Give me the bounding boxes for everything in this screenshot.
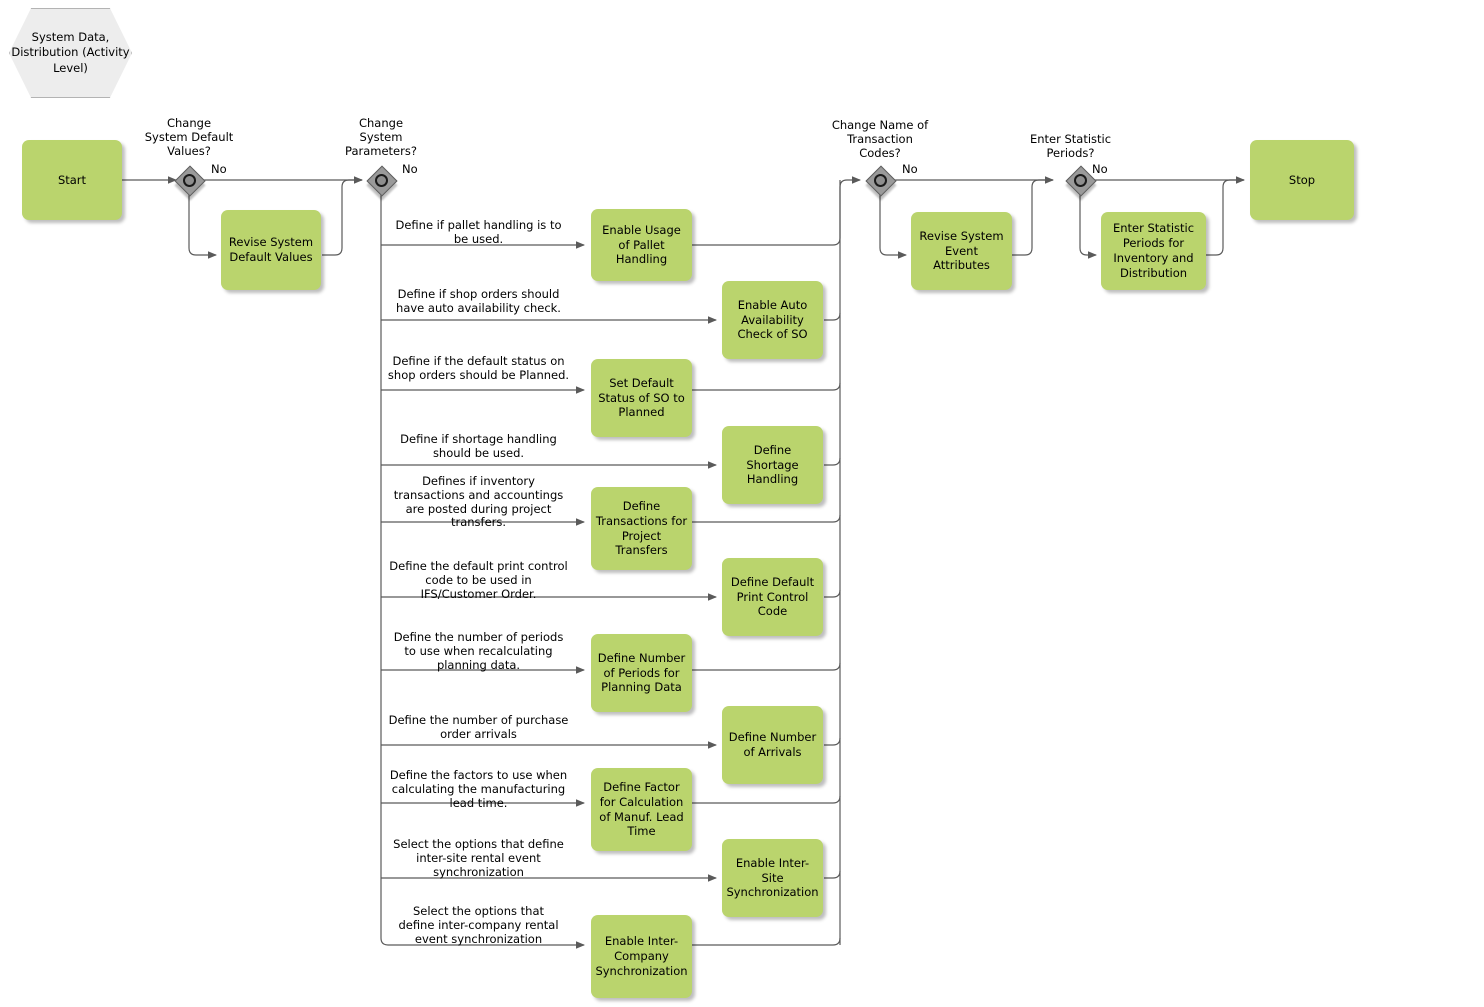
activity-enable-inter-site-synchronization[interactable]: Enable Inter-Site Synchronization [722,839,823,917]
activity-enter-statistic-periods-for-inventory-and-distribution[interactable]: Enter Statistic Periods for Inventory an… [1101,212,1206,290]
decision-enter-statistic-periods[interactable] [1065,165,1097,197]
activity-label: Set Default Status of SO to Planned [598,375,685,420]
activity-revise-system-event-attributes[interactable]: Revise System Event Attributes [911,212,1012,290]
activity-label: Enable Auto Availability Check of SO [737,297,808,342]
start-node[interactable]: Start [22,140,122,220]
branch-condition-4: Define if shortage handling should be us… [400,432,557,460]
activity-enable-auto-availability-check-of-so[interactable]: Enable Auto Availability Check of SO [722,281,823,359]
activity-label: Define Number of Periods for Planning Da… [597,650,686,695]
branch-condition-3: Define if the default status on shop ord… [387,354,570,382]
activity-label: Define Factor for Calculation of Manuf. … [599,779,684,839]
activity-label: Revise System Default Values [228,235,314,264]
decision-4-no-label: No [1092,162,1108,176]
activity-revise-system-default-values[interactable]: Revise System Default Values [221,210,321,290]
flowchart-canvas: System Data, Distribution (Activity Leve… [0,0,1484,1007]
activity-define-default-print-control-code[interactable]: Define Default Print Control Code [722,558,823,636]
activity-label: Enter Statistic Periods for Inventory an… [1112,221,1195,280]
decision-1-no-label: No [211,162,227,176]
start-node-label: Start [57,172,87,187]
activity-label: Define Number of Arrivals [728,730,817,759]
activity-label: Define Shortage Handling [746,442,799,487]
activity-define-transactions-for-project-transfers[interactable]: Define Transactions for Project Transfer… [591,487,692,570]
decision-change-name-of-transaction-codes-label: Change Name of Transaction Codes? [831,118,929,160]
branch-condition-5: Defines if inventory transactions and ac… [393,474,564,530]
decision-ring-icon [183,174,196,187]
stop-node[interactable]: Stop [1250,140,1354,220]
activity-label: Define Transactions for Project Transfer… [595,498,688,558]
activity-label: Enable Inter-Site Synchronization [726,855,819,900]
decision-change-system-parameters[interactable] [366,165,398,197]
stop-node-label: Stop [1288,172,1316,187]
decision-2-no-label: No [402,162,418,176]
activity-label: Enable Usage of Pallet Handling [602,222,681,267]
activity-define-number-of-arrivals[interactable]: Define Number of Arrivals [722,706,823,784]
activity-label: Revise System Event Attributes [919,228,1004,273]
decision-ring-icon [375,174,388,187]
branch-condition-2: Define if shop orders should have auto a… [396,287,561,315]
decision-ring-icon [1074,174,1087,187]
decision-change-name-of-transaction-codes[interactable] [865,165,897,197]
branch-condition-7: Define the number of periods to use when… [393,630,564,672]
activity-define-number-of-periods-for-planning-data[interactable]: Define Number of Periods for Planning Da… [591,634,692,712]
decision-change-system-parameters-label: Change System Parameters? [345,116,417,158]
activity-define-shortage-handling[interactable]: Define Shortage Handling [722,426,823,504]
decision-ring-icon [874,174,887,187]
branch-condition-9: Define the factors to use when calculati… [389,768,568,810]
activity-label: Enable Inter- Company Synchronization [595,934,688,978]
decision-change-system-default-values[interactable] [174,165,206,197]
activity-enable-inter-company-synchronization[interactable]: Enable Inter- Company Synchronization [591,915,692,998]
activity-enable-usage-of-pallet-handling[interactable]: Enable Usage of Pallet Handling [591,209,692,281]
activity-label: Define Default Print Control Code [730,574,815,619]
activity-set-default-status-of-so-to-planned[interactable]: Set Default Status of SO to Planned [591,359,692,437]
branch-condition-11: Select the options that define inter-com… [398,904,559,946]
diagram-header-label: System Data, Distribution (Activity Leve… [11,30,130,75]
decision-enter-statistic-periods-label: Enter Statistic Periods? [1029,132,1112,160]
activity-define-factor-for-calculation-of-manuf-lead-time[interactable]: Define Factor for Calculation of Manuf. … [591,768,692,851]
branch-condition-10: Select the options that define inter-sit… [393,837,564,879]
decision-change-system-default-values-label: Change System Default Values? [144,116,234,158]
branch-condition-1: Define if pallet handling is to be used. [395,218,562,246]
diagram-header-hexagon: System Data, Distribution (Activity Leve… [9,8,132,98]
decision-3-no-label: No [902,162,918,176]
branch-condition-6: Define the default print control code to… [389,559,568,601]
branch-condition-8: Define the number of purchase order arri… [388,713,569,741]
